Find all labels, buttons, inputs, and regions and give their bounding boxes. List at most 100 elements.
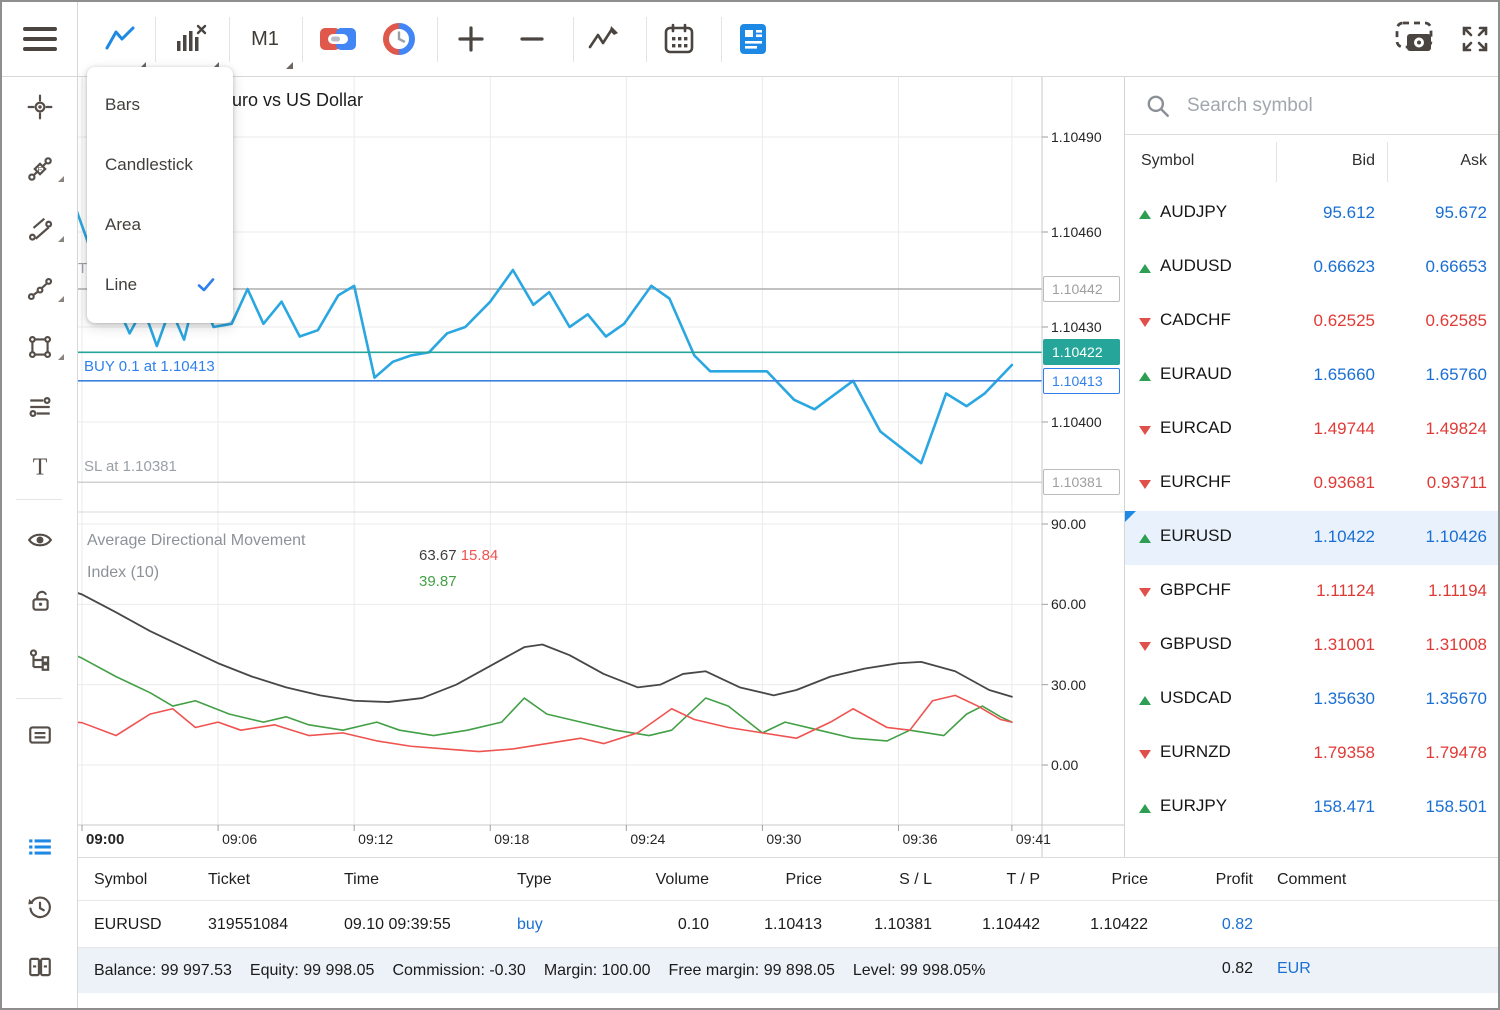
trade-list-button[interactable] [27, 834, 53, 860]
zoom-out-button[interactable] [517, 2, 547, 76]
triangle-up-icon [1139, 696, 1151, 705]
zoom-in-icon [457, 25, 485, 53]
menu-item-candlestick[interactable]: Candlestick [87, 135, 233, 195]
one-click-trading-icon [320, 26, 356, 52]
trade-col-header: Comment [1253, 858, 1498, 901]
polyline-tool-icon [27, 276, 53, 302]
menu-item-label: Line [105, 275, 137, 295]
journal-button[interactable] [27, 954, 53, 980]
one-click-trading-button[interactable] [319, 2, 357, 76]
symbol-name: GBPCHF [1160, 580, 1231, 600]
market-watch-row-usdcad[interactable]: USDCAD1.356301.35670 [1125, 673, 1498, 727]
market-watch-row-eurchf[interactable]: EURCHF0.936810.93711 [1125, 457, 1498, 511]
column-header-ask[interactable]: Ask [1377, 135, 1487, 187]
news-icon [739, 23, 767, 55]
objects-tree-button[interactable] [27, 647, 53, 673]
market-watch-row-eurusd[interactable]: EURUSD1.104221.10426 [1125, 511, 1498, 565]
symbol-name: EURUSD [1160, 526, 1232, 546]
market-watch-row-audjpy[interactable]: AUDJPY95.61295.672 [1125, 187, 1498, 241]
drawing-toolbar: F [2, 77, 78, 1008]
visibility-button[interactable] [27, 527, 53, 553]
trade-cell: buy [517, 902, 617, 947]
archive-icon [27, 722, 53, 748]
column-header-symbol[interactable]: Symbol [1141, 135, 1194, 187]
price-level-badge: 1.10413 [1043, 368, 1120, 394]
symbol-name: USDCAD [1160, 688, 1232, 708]
check-icon [197, 277, 215, 293]
screenshot-icon [1395, 21, 1435, 57]
market-watch-row-gbpusd[interactable]: GBPUSD1.310011.31008 [1125, 619, 1498, 673]
menu-item-line[interactable]: Line [87, 255, 233, 315]
calendar-button[interactable] [662, 2, 696, 76]
ask-price: 1.49824 [1377, 419, 1487, 439]
time-tick-label: 09:24 [630, 831, 665, 847]
bid-price: 1.65660 [1265, 365, 1375, 385]
market-watch-row-euraud[interactable]: EURAUD1.656601.65760 [1125, 349, 1498, 403]
bid-price: 1.31001 [1265, 635, 1375, 655]
market-watch-row-eurjpy[interactable]: EURJPY158.471158.501 [1125, 781, 1498, 835]
bid-price: 1.49744 [1265, 419, 1375, 439]
zoom-in-button[interactable] [455, 2, 487, 76]
fibonacci-tool-button[interactable]: F [27, 156, 53, 182]
fullscreen-button[interactable] [1458, 2, 1492, 76]
history-clock-icon [27, 894, 53, 920]
indicator-name-line1: Average Directional Movement [87, 525, 305, 557]
sl-line-label[interactable]: SL at 1.10381 [84, 458, 177, 475]
channels-tool-button[interactable] [27, 216, 53, 242]
indicators-button[interactable] [586, 2, 622, 76]
buy-position-label[interactable]: BUY 0.1 at 1.10413 [84, 358, 215, 375]
unlock-button[interactable] [27, 588, 53, 614]
total-profit: 0.82 [1173, 960, 1253, 978]
market-watch-row-cadchf[interactable]: CADCHF0.625250.62585 [1125, 295, 1498, 349]
trade-col-header: Time [344, 858, 517, 901]
time-tick-label: 09:30 [766, 831, 801, 847]
menu-button[interactable] [20, 2, 60, 76]
price-level-badge: 1.10422 [1043, 339, 1120, 365]
ask-price: 1.65760 [1377, 365, 1487, 385]
price-level-badge: 1.10381 [1043, 469, 1120, 495]
shapes-tool-icon [27, 334, 53, 360]
account-summary-row: Balance: 99 997.53Equity: 99 998.05Commi… [78, 947, 1498, 993]
trade-col-header: Volume [617, 858, 709, 901]
text-tool-icon: T [27, 454, 53, 480]
ask-price: 0.93711 [1377, 473, 1487, 493]
clock-donut-button[interactable] [382, 2, 416, 76]
timeframe-button[interactable]: M1 [244, 2, 286, 76]
trade-cell: 1.10381 [822, 902, 932, 947]
price-tick-label: 1.10430 [1051, 319, 1102, 335]
screenshot-button[interactable] [1394, 2, 1436, 76]
indicators-icon [587, 23, 621, 55]
market-watch-row-eurnzd[interactable]: EURNZD1.793581.79478 [1125, 727, 1498, 781]
text-tool-button[interactable]: T [27, 454, 53, 480]
ask-price: 1.11194 [1377, 581, 1487, 601]
column-header-bid[interactable]: Bid [1265, 135, 1375, 187]
menu-item-bars[interactable]: Bars [87, 75, 233, 135]
chart-title: Euro vs US Dollar [220, 90, 363, 111]
market-watch-row-gbpchf[interactable]: GBPCHF1.111241.11194 [1125, 565, 1498, 619]
trade-table-row[interactable]: EURUSD31955108409.10 09:39:55buy0.101.10… [78, 902, 1498, 947]
shapes-tool-button[interactable] [27, 334, 53, 360]
ask-price: 0.62585 [1377, 311, 1487, 331]
bar-chart-x-button[interactable] [174, 2, 208, 76]
summary-free-margin: Free margin: 99 898.05 [669, 962, 835, 980]
history-button[interactable] [27, 894, 53, 920]
levels-tool-button[interactable] [27, 394, 53, 420]
polyline-tool-button[interactable] [27, 276, 53, 302]
market-watch-row-audusd[interactable]: AUDUSD0.666230.66653 [1125, 241, 1498, 295]
triangle-down-icon [1139, 426, 1151, 435]
market-watch-row-eurcad[interactable]: EURCAD1.497441.49824 [1125, 403, 1498, 457]
ask-price: 1.10426 [1377, 527, 1487, 547]
search-input[interactable] [1187, 89, 1467, 123]
menu-item-area[interactable]: Area [87, 195, 233, 255]
crosshair-tool-button[interactable] [27, 94, 53, 120]
symbol-name: CADCHF [1160, 310, 1231, 330]
search-box[interactable] [1125, 77, 1498, 135]
menu-item-label: Bars [105, 95, 140, 115]
trade-col-header: Symbol [94, 858, 208, 901]
news-button[interactable] [737, 2, 769, 76]
trade-cell: 0.10 [617, 902, 709, 947]
chart-type-menu: Bars CandlestickArea Line [87, 67, 233, 323]
zoom-out-icon [519, 25, 545, 53]
archive-button[interactable] [27, 722, 53, 748]
chart-type-button[interactable] [103, 2, 137, 76]
